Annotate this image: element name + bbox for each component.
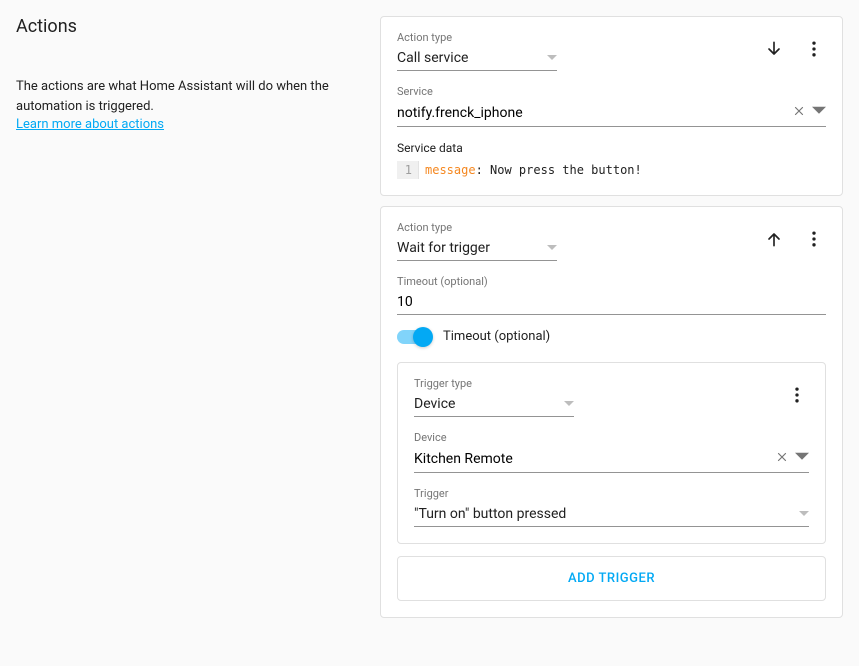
move-down-button[interactable] <box>762 37 786 61</box>
dropdown-toggle[interactable] <box>812 104 826 122</box>
arrow-up-icon <box>764 229 784 249</box>
trigger-select[interactable]: "Turn on" button pressed <box>414 502 809 527</box>
trigger-card: Trigger type Device D <box>397 362 826 544</box>
service-input[interactable] <box>397 105 792 121</box>
trigger-type-select[interactable]: Device <box>414 392 574 417</box>
code-line[interactable]: message: Now press the button! <box>419 161 648 179</box>
timeout-input[interactable] <box>397 290 826 315</box>
action-card-call-service: Action type Call service <box>380 16 843 196</box>
dots-vertical-icon <box>787 385 807 405</box>
dots-vertical-icon <box>804 39 824 59</box>
dots-vertical-icon <box>804 229 824 249</box>
chevron-down-icon <box>547 53 557 63</box>
trigger-type-label: Trigger type <box>414 377 785 390</box>
toggle-knob <box>413 327 433 347</box>
code-gutter: 1 <box>397 161 419 179</box>
chevron-down-icon <box>547 243 557 253</box>
service-combobox[interactable] <box>397 100 826 127</box>
action-card-wait-for-trigger: Action type Wait for trigger <box>380 206 843 618</box>
overflow-menu-button[interactable] <box>802 227 826 251</box>
learn-more-link[interactable]: Learn more about actions <box>16 117 164 132</box>
timeout-label: Timeout (optional) <box>397 275 826 288</box>
move-up-button[interactable] <box>762 227 786 251</box>
device-combobox[interactable] <box>414 446 809 473</box>
action-type-value: Wait for trigger <box>397 240 490 256</box>
yaml-key: message <box>425 163 476 177</box>
device-label: Device <box>414 431 809 444</box>
chevron-down-icon <box>812 104 826 118</box>
action-type-select[interactable]: Call service <box>397 46 557 71</box>
trigger-label: Trigger <box>414 487 809 500</box>
close-icon <box>775 450 789 464</box>
trigger-value: "Turn on" button pressed <box>414 506 566 522</box>
timeout-toggle[interactable] <box>397 330 431 344</box>
arrow-down-icon <box>764 39 784 59</box>
add-trigger-button[interactable]: ADD TRIGGER <box>397 556 826 601</box>
action-type-label: Action type <box>397 221 762 234</box>
trigger-type-value: Device <box>414 396 455 412</box>
close-icon <box>792 104 806 118</box>
overflow-menu-button[interactable] <box>785 383 809 407</box>
device-input[interactable] <box>414 451 775 467</box>
chevron-down-icon <box>795 450 809 464</box>
section-description: The actions are what Home Assistant will… <box>16 77 356 116</box>
chevron-down-icon <box>799 509 809 519</box>
dropdown-toggle[interactable] <box>795 450 809 468</box>
overflow-menu-button[interactable] <box>802 37 826 61</box>
service-data-editor[interactable]: 1 message: Now press the button! <box>397 161 826 179</box>
section-title: Actions <box>16 16 356 37</box>
action-type-select[interactable]: Wait for trigger <box>397 236 557 261</box>
action-type-label: Action type <box>397 31 762 44</box>
toggle-label: Timeout (optional) <box>443 329 550 344</box>
chevron-down-icon <box>564 399 574 409</box>
clear-button[interactable] <box>775 450 789 468</box>
service-label: Service <box>397 85 826 98</box>
action-type-value: Call service <box>397 50 468 66</box>
service-data-label: Service data <box>397 141 826 155</box>
clear-button[interactable] <box>792 104 806 122</box>
yaml-value: : Now press the button! <box>476 163 642 177</box>
